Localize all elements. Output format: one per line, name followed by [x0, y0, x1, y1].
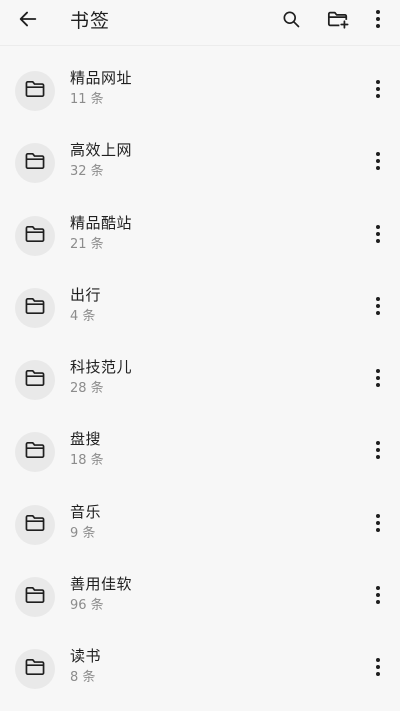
page-title: 书签	[70, 10, 111, 32]
folder-more-button[interactable]	[366, 584, 390, 610]
back-button[interactable]	[14, 7, 42, 35]
more-vertical-icon	[375, 9, 381, 33]
search-button[interactable]	[277, 7, 305, 35]
folder-avatar	[15, 71, 55, 111]
folder-icon	[24, 297, 46, 319]
folder-avatar	[15, 215, 55, 256]
bookmark-folder-row[interactable]: 科技范儿 28 条	[0, 343, 400, 415]
folder-icon	[24, 80, 46, 102]
more-vertical-icon	[375, 224, 381, 248]
folder-more-button[interactable]	[366, 78, 390, 104]
folder-item-count: 4 条	[70, 308, 96, 324]
folder-more-button[interactable]	[366, 512, 390, 538]
bookmark-folder-row[interactable]: 精品网址 11 条	[0, 54, 400, 126]
folder-icon	[24, 586, 46, 608]
more-vertical-icon	[375, 585, 381, 609]
bookmark-folder-row[interactable]: 音乐 9 条	[0, 488, 400, 560]
bookmark-folder-row[interactable]: 高效上网 32 条	[0, 126, 400, 198]
folder-more-button[interactable]	[366, 223, 390, 249]
folder-item-count: 11 条	[70, 92, 104, 107]
bookmark-folder-row[interactable]: 善用佳软 96 条	[0, 560, 400, 632]
bookmarks-screen: 书签 精品网址 11 条 高效上网 32 条 精品酷站 21 条 出行 4 条 …	[0, 0, 400, 711]
more-vertical-icon	[375, 657, 381, 681]
folder-item-count: 96 条	[70, 598, 104, 614]
folder-name: 精品酷站	[70, 213, 133, 232]
folder-more-button[interactable]	[366, 150, 390, 176]
search-icon	[281, 9, 301, 33]
folder-icon	[24, 369, 46, 391]
folder-more-button[interactable]	[366, 439, 390, 465]
folder-more-button[interactable]	[366, 295, 390, 321]
folder-name: 精品网址	[70, 69, 133, 87]
folder-item-count: 9 条	[70, 525, 96, 541]
folder-avatar	[15, 432, 55, 473]
folder-name: 盘搜	[70, 430, 102, 449]
more-options-button[interactable]	[364, 7, 392, 35]
more-vertical-icon	[375, 296, 381, 320]
bookmark-folder-row[interactable]: 出行 4 条	[0, 271, 400, 343]
folder-add-icon	[326, 8, 350, 34]
folder-avatar	[15, 504, 55, 545]
folder-icon	[24, 152, 46, 174]
more-vertical-icon	[375, 513, 381, 537]
more-vertical-icon	[375, 79, 381, 103]
folder-avatar	[15, 649, 55, 690]
bookmark-folder-row[interactable]: 精品酷站 21 条	[0, 199, 400, 271]
folder-avatar	[15, 360, 55, 401]
folder-more-button[interactable]	[366, 656, 390, 682]
folder-avatar	[15, 143, 55, 184]
folder-avatar	[15, 577, 55, 618]
folder-item-count: 18 条	[70, 453, 104, 469]
folder-item-count: 28 条	[70, 381, 104, 397]
folder-name: 出行	[70, 285, 102, 304]
bookmark-folder-row[interactable]: 盘搜 18 条	[0, 415, 400, 487]
arrow-left-icon	[17, 8, 39, 34]
bookmark-folder-row[interactable]: 读书 8 条	[0, 632, 400, 704]
more-vertical-icon	[375, 440, 381, 464]
folder-name: 善用佳软	[70, 575, 133, 594]
folder-name: 读书	[70, 647, 102, 666]
top-app-bar: 书签	[0, 0, 400, 44]
folder-item-count: 32 条	[70, 164, 104, 180]
folder-icon	[24, 441, 46, 463]
folder-icon	[24, 514, 46, 536]
header-divider	[0, 45, 400, 46]
folder-item-count: 8 条	[70, 670, 96, 686]
folder-more-button[interactable]	[366, 367, 390, 393]
folder-icon	[24, 225, 46, 247]
bookmark-folder-list: 精品网址 11 条 高效上网 32 条 精品酷站 21 条 出行 4 条 科技范…	[0, 54, 400, 705]
folder-name: 高效上网	[70, 141, 133, 160]
folder-name: 音乐	[70, 502, 102, 521]
new-folder-button[interactable]	[324, 7, 352, 35]
folder-name: 科技范儿	[70, 358, 133, 377]
folder-avatar	[15, 287, 55, 328]
more-vertical-icon	[375, 151, 381, 175]
more-vertical-icon	[375, 368, 381, 392]
folder-icon	[24, 658, 46, 680]
folder-item-count: 21 条	[70, 236, 104, 252]
